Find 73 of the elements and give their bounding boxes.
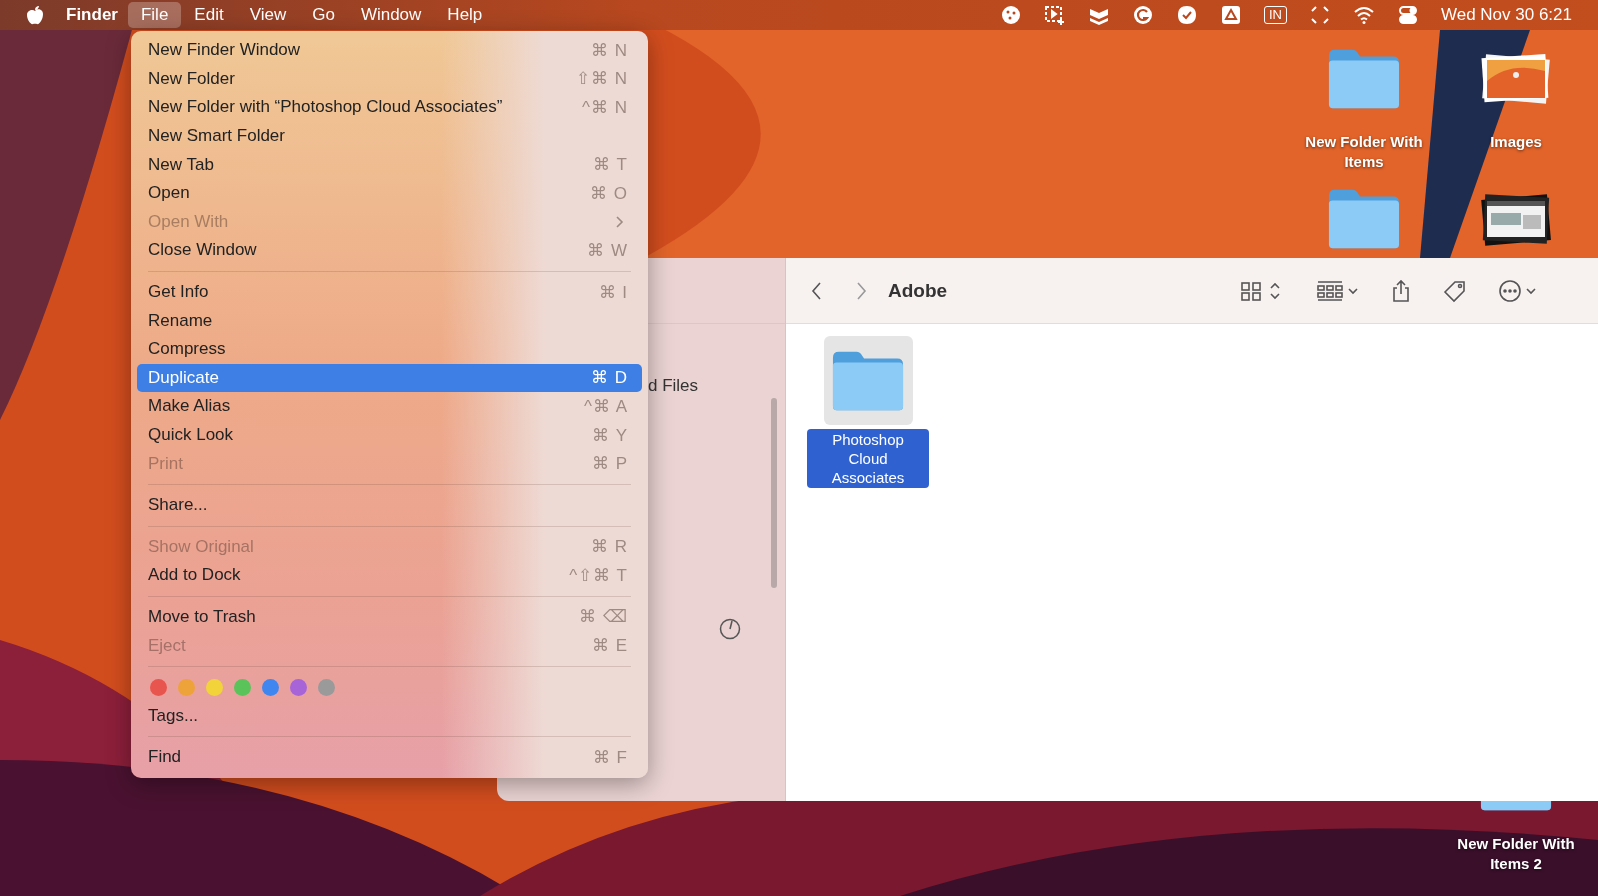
drive-icon[interactable] [1219,4,1242,26]
menu-item[interactable]: New Folder with “Photoshop Cloud Associates” ^⌘ N [137,93,642,122]
menu-bar-item[interactable]: Help [434,2,496,28]
tag-color-dot[interactable] [290,678,307,696]
apple-icon[interactable] [26,4,44,26]
tag-color-dot[interactable] [234,678,251,696]
app-menu[interactable]: Finder [66,5,118,25]
more-icon[interactable] [1498,278,1538,303]
menu-item[interactable]: New Folder ⇧⌘ N [137,64,642,94]
keyboard-shortcut: ⌘ O [590,182,628,204]
scrollbar[interactable] [771,398,777,588]
clock-icon [719,618,741,640]
keyboard-shortcut: ⌘ W [587,239,628,261]
menu-bar-item[interactable]: Window [347,2,435,28]
icon-label: Images [1489,132,1543,152]
keyboard-shortcut: ⌘ I [598,281,628,303]
tag-icon[interactable] [1442,278,1468,303]
keyboard-shortcut: ⌘ T [593,154,628,176]
menu-item[interactable]: Find ⌘ F [137,743,642,772]
share-icon[interactable] [1390,278,1412,303]
menu-item[interactable]: Tags... [137,701,642,731]
menu-item[interactable]: Share... [137,490,642,520]
check-badge-icon[interactable] [1175,4,1198,26]
menu-item[interactable]: Rename [137,306,642,335]
menu-item[interactable]: New Tab ⌘ T [137,150,642,179]
tag-color-dot[interactable] [206,678,223,696]
keyboard-shortcut: ⇧⌘ N [576,68,628,90]
control-center-icon[interactable] [1396,4,1419,26]
keyboard-shortcut: ⌘ N [591,39,628,61]
menu-bar-item[interactable]: View [236,2,300,28]
keyboard-shortcut: ^⌘ A [583,395,628,417]
input-source-indicator[interactable]: IN [1263,6,1287,24]
tag-color-dot[interactable] [318,678,335,696]
menu-item[interactable]: Get Info ⌘ I [137,277,642,307]
cookie-icon[interactable] [999,4,1022,26]
window-title: Adobe [888,279,948,302]
keyboard-shortcut: ⌘ F [592,746,628,768]
keyboard-shortcut: ⌘ Y [592,424,628,446]
grammar-icon[interactable] [1131,4,1154,26]
keyboard-shortcut: ^⇧⌘ T [569,564,628,586]
icon-label: New Folder With Items [1304,132,1424,172]
menu-item[interactable]: Quick Look ⌘ Y [137,420,642,450]
menu-bar-item[interactable]: Go [299,2,348,28]
menu-item[interactable]: Close Window ⌘ W [137,236,642,265]
sidebar-item[interactable]: d Files [648,376,699,396]
keyboard-shortcut: ⌘ D [591,367,628,389]
menu-item[interactable]: Add to Dock ^⇧⌘ T [137,561,642,590]
keyboard-shortcut: ⌘ E [591,635,628,657]
menu-bar-item[interactable]: Edit [181,2,237,28]
tag-color-dot[interactable] [178,678,195,696]
keyboard-shortcut: ⌘ ⌫ [579,606,628,628]
file-name[interactable]: Photoshop Cloud Associates [807,429,929,488]
icon-label: New Folder With Items 2 [1456,834,1576,874]
menu-item[interactable]: New Smart Folder [137,121,642,151]
menu-item[interactable]: New Finder Window ⌘ N [137,36,642,65]
tag-color-dot[interactable] [262,678,279,696]
tag-color-dot[interactable] [150,678,167,696]
keyboard-shortcut: ⌘ P [591,453,628,475]
menu-item[interactable]: Duplicate ⌘ D [137,363,642,393]
clock[interactable]: Wed Nov 30 6:21 [1440,5,1572,25]
keyboard-shortcut: ^⌘ N [582,97,628,118]
keyboard-shortcut: ⌘ R [591,536,628,558]
menu-item[interactable]: Open ⌘ O [137,178,642,208]
screen-record-icon[interactable] [1043,4,1066,26]
menu-item[interactable]: Move to Trash ⌘ ⌫ [137,602,642,632]
photo-stack-icon [1480,51,1552,107]
menu-bar-item[interactable]: File [127,2,182,28]
expand-icon[interactable] [1308,4,1331,26]
menu-item[interactable]: Make Alias ^⌘ A [137,392,642,421]
file-tile[interactable] [823,336,913,425]
wifi-icon[interactable] [1352,4,1375,26]
group-icon[interactable] [1316,278,1360,303]
menu-item[interactable]: Compress [137,334,642,364]
